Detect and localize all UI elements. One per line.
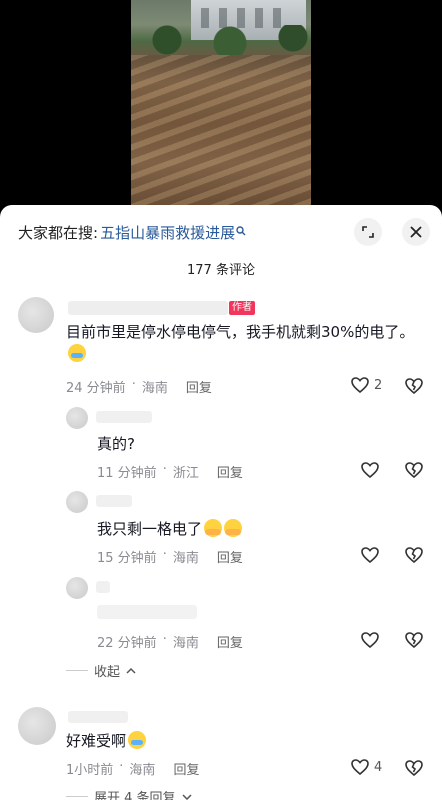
like-button[interactable] [360,461,380,479]
reply-button[interactable]: 回复 [217,547,243,566]
video-trees [131,25,311,55]
reply-nickname[interactable] [96,495,132,507]
comment-text: 目前市里是停水停电停气，我手机就剩30%的电了。 [66,321,418,365]
comment-time: 1小时前 [66,763,114,778]
comment-meta: 1小时前 · 海南 回复 [66,759,199,778]
heart-icon [351,377,369,394]
reply-sep: · [162,632,167,647]
dislike-button[interactable] [404,631,424,653]
reply-button[interactable]: 回复 [173,759,199,778]
like-button[interactable]: 2 [350,376,382,394]
broken-heart-icon [405,378,423,395]
reply-avatar[interactable] [66,407,88,429]
comment-nickname[interactable] [68,711,128,723]
reply-time: 11 分钟前 [97,466,157,481]
divider-line [66,670,88,671]
comment-location: 海南 [141,381,168,396]
avatar[interactable] [18,297,54,333]
trending-search[interactable]: 大家都在搜: 五指山暴雨救援进展 [18,221,246,243]
heart-icon [351,759,369,776]
like-button[interactable] [360,546,380,564]
collapse-label: 收起 [94,665,121,680]
comments-sheet: 大家都在搜: 五指山暴雨救援进展 177 条评论 作者 目前市里是停水停电停气，… [0,205,442,800]
reply-nickname[interactable] [96,581,110,593]
comment-sep: · [131,377,136,392]
comment-text: 好难受啊 [66,730,147,752]
chevron-up-icon [126,667,136,674]
reply-sep: · [162,547,167,562]
reply-nickname[interactable] [96,411,152,423]
broken-heart-icon [405,547,423,564]
pleading-emoji [204,519,223,537]
like-count: 2 [374,377,383,393]
reply-avatar[interactable] [66,491,88,513]
reply-avatar[interactable] [66,577,88,599]
comment-nickname[interactable] [68,301,228,315]
reply-time: 22 分钟前 [97,636,157,651]
search-icon [236,225,246,239]
crying-emoji [128,731,147,749]
search-prefix: 大家都在搜: [18,223,99,242]
reply-button[interactable]: 回复 [186,377,212,396]
like-button[interactable] [360,631,380,649]
reply-text [97,605,197,619]
close-icon[interactable] [402,218,430,246]
expand-replies-button[interactable]: 展开 4 条回复 [66,787,192,800]
comment-count: 177 条评论 [187,263,255,278]
comment-meta: 24 分钟前 · 海南 回复 [66,377,212,396]
heart-icon [361,462,379,479]
reply-meta: 15 分钟前 · 海南 回复 [97,547,243,566]
video-area[interactable] [0,0,442,205]
comment-time: 24 分钟前 [66,381,126,396]
chevron-down-icon [182,793,192,800]
author-badge: 作者 [229,301,255,315]
reply-time: 15 分钟前 [97,551,157,566]
reply-location: 海南 [172,636,199,651]
comment-sep: · [119,759,124,774]
like-button[interactable]: 4 [350,758,382,776]
reply-meta: 11 分钟前 · 浙江 回复 [97,462,243,481]
dislike-button[interactable] [404,461,424,483]
reply-text: 我只剩一格电了 [97,518,243,540]
reply-meta: 22 分钟前 · 海南 回复 [97,632,243,651]
search-term[interactable]: 五指山暴雨救援进展 [100,222,235,243]
reply-location: 浙江 [172,466,199,481]
laughing-tears-emoji [68,344,86,362]
avatar[interactable] [18,707,56,745]
video-floodwater [131,55,311,205]
divider-line [66,796,88,797]
heart-icon [361,632,379,649]
heart-icon [361,547,379,564]
video-frame[interactable] [131,0,311,205]
reply-text: 真的? [97,435,135,453]
reply-sep: · [162,462,167,477]
comment-location: 海南 [129,763,156,778]
reply-location: 海南 [172,551,199,566]
expand-icon[interactable] [354,218,382,246]
pleading-emoji [224,519,243,537]
broken-heart-icon [405,632,423,649]
reply-button[interactable]: 回复 [217,462,243,481]
reply-button[interactable]: 回复 [217,632,243,651]
like-count: 4 [374,759,383,775]
dislike-button[interactable] [404,377,424,399]
broken-heart-icon [405,462,423,479]
expand-label: 展开 4 条回复 [94,791,176,800]
dislike-button[interactable] [404,759,424,781]
broken-heart-icon [405,760,423,777]
dislike-button[interactable] [404,546,424,568]
collapse-replies-button[interactable]: 收起 [66,661,136,680]
